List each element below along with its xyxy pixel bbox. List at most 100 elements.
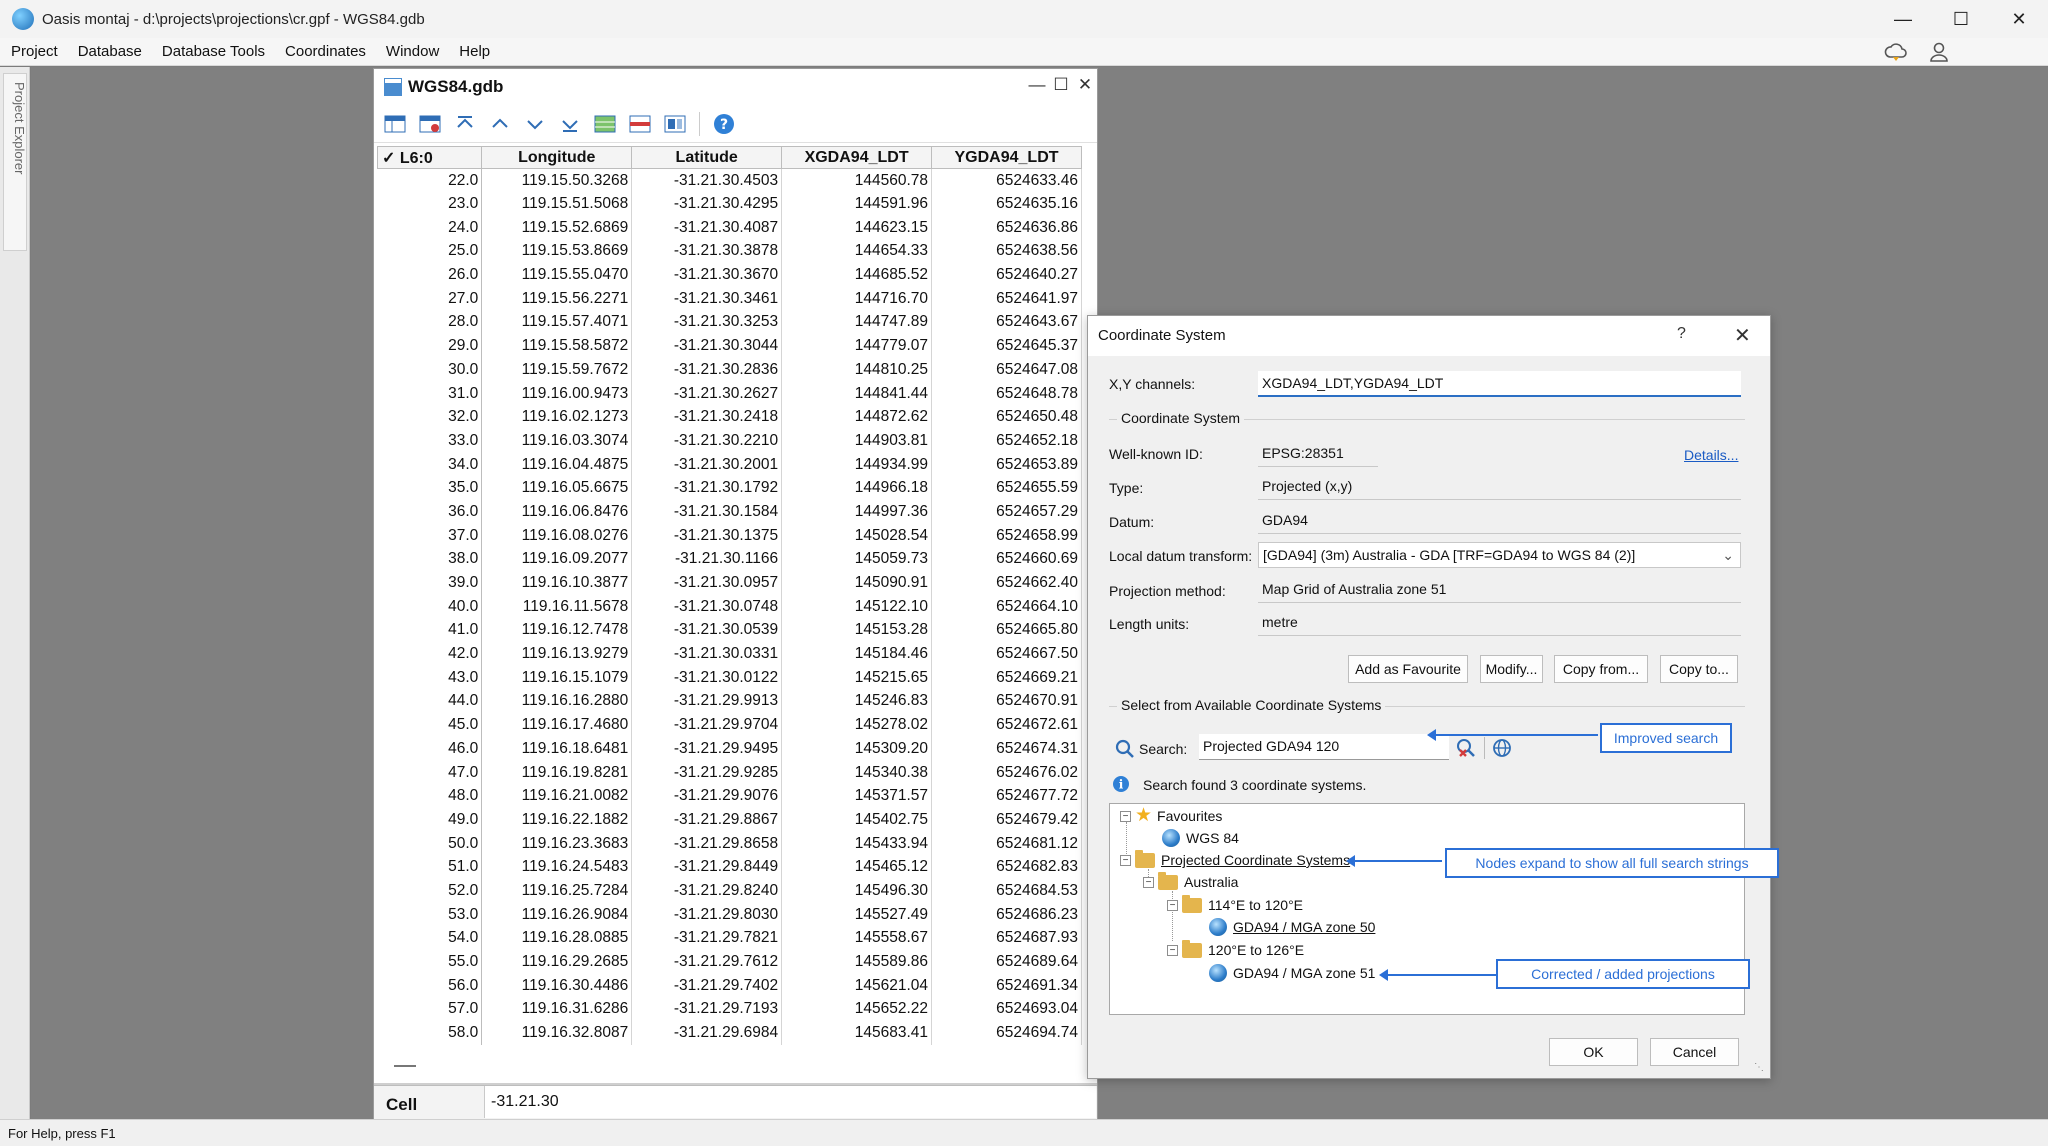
latitude-cell[interactable]: -31.21.29.9495	[631, 737, 783, 761]
row-fid-cell[interactable]: 49.0	[377, 808, 483, 832]
table-row[interactable]: 52.0 119.16.25.7284 -31.21.29.8240 145496.3…	[377, 879, 1082, 903]
y-cell[interactable]: 6524638.56	[931, 239, 1082, 264]
table-row[interactable]: 31.0 119.16.00.9473 -31.21.30.2627 144841.4…	[377, 381, 1082, 406]
add-favourite-button[interactable]: Add as Favourite	[1348, 655, 1468, 683]
y-cell[interactable]: 6524693.04	[931, 997, 1082, 1022]
x-cell[interactable]: 144560.78	[781, 168, 933, 193]
y-cell[interactable]: 6524648.78	[931, 381, 1082, 406]
row-fid-cell[interactable]: 34.0	[377, 452, 483, 477]
table-row[interactable]: 38.0 119.16.09.2077 -31.21.30.1166 145059.7…	[377, 547, 1082, 572]
longitude-cell[interactable]: 119.16.04.4875	[481, 452, 633, 477]
x-cell[interactable]: 145465.12	[781, 855, 933, 880]
row-fid-cell[interactable]: 50.0	[377, 831, 483, 856]
x-cell[interactable]: 145246.83	[781, 689, 933, 714]
latitude-cell[interactable]: -31.21.30.2001	[631, 452, 783, 477]
modify-button[interactable]: Modify...	[1480, 655, 1543, 683]
longitude-cell[interactable]: 119.15.58.5872	[481, 334, 633, 358]
table-row[interactable]: 42.0 119.16.13.9279 -31.21.30.0331 145184.4…	[377, 642, 1082, 666]
tree-node-114-120[interactable]: − 114°E to 120°E	[1167, 894, 1303, 915]
y-cell[interactable]: 6524687.93	[931, 926, 1082, 951]
x-cell[interactable]: 144810.25	[781, 358, 933, 382]
latitude-cell[interactable]: -31.21.29.9285	[631, 760, 783, 785]
tree-node-favourites[interactable]: − ★ Favourites	[1120, 806, 1222, 826]
longitude-cell[interactable]: 119.16.12.7478	[481, 618, 633, 643]
latitude-cell[interactable]: -31.21.29.7402	[631, 973, 783, 998]
table-row[interactable]: 57.0 119.16.31.6286 -31.21.29.7193 145652.2…	[377, 997, 1082, 1022]
row-fid-cell[interactable]: 46.0	[377, 737, 483, 761]
table-row[interactable]: 47.0 119.16.19.8281 -31.21.29.9285 145340.3…	[377, 760, 1082, 785]
table-row[interactable]: 35.0 119.16.05.6675 -31.21.30.1792 144966.1…	[377, 476, 1082, 501]
gdb-close-icon[interactable]: ✕	[1073, 75, 1097, 95]
table-row[interactable]: 37.0 119.16.08.0276 -31.21.30.1375 145028.5…	[377, 523, 1082, 548]
latitude-cell[interactable]: -31.21.30.1792	[631, 476, 783, 501]
details-link[interactable]: Details...	[1684, 447, 1738, 463]
x-cell[interactable]: 145683.41	[781, 1021, 933, 1045]
x-cell[interactable]: 144934.99	[781, 452, 933, 477]
table-row[interactable]: 39.0 119.16.10.3877 -31.21.30.0957 145090.9…	[377, 571, 1082, 595]
latitude-cell[interactable]: -31.21.30.0122	[631, 665, 783, 690]
row-fid-cell[interactable]: 43.0	[377, 665, 483, 690]
x-cell[interactable]: 145153.28	[781, 618, 933, 643]
y-cell[interactable]: 6524647.08	[931, 358, 1082, 382]
x-cell[interactable]: 145184.46	[781, 642, 933, 666]
x-cell[interactable]: 145433.94	[781, 831, 933, 856]
longitude-cell[interactable]: 119.16.25.7284	[481, 879, 633, 903]
row-fid-cell[interactable]: 58.0	[377, 1021, 483, 1045]
row-fid-cell[interactable]: 33.0	[377, 429, 483, 453]
latitude-cell[interactable]: -31.21.29.9704	[631, 713, 783, 737]
tree-node-projected[interactable]: − Projected Coordinate Systems	[1120, 849, 1350, 870]
longitude-cell[interactable]: 119.16.30.4486	[481, 973, 633, 998]
longitude-cell[interactable]: 119.15.50.3268	[481, 168, 633, 193]
row-fid-cell[interactable]: 27.0	[377, 286, 483, 311]
latitude-cell[interactable]: -31.21.30.2627	[631, 381, 783, 406]
longitude-cell[interactable]: 119.16.21.0082	[481, 784, 633, 809]
x-cell[interactable]: 145652.22	[781, 997, 933, 1022]
row-fid-cell[interactable]: 36.0	[377, 500, 483, 524]
table-row[interactable]: 58.0 119.16.32.8087 -31.21.29.6984 145683.4…	[377, 1021, 1082, 1045]
latitude-cell[interactable]: -31.21.29.8867	[631, 808, 783, 832]
longitude-cell[interactable]: 119.16.31.6286	[481, 997, 633, 1022]
ok-button[interactable]: OK	[1549, 1038, 1638, 1066]
longitude-cell[interactable]: 119.16.03.3074	[481, 429, 633, 453]
y-cell[interactable]: 6524669.21	[931, 665, 1082, 690]
tree-node-120-126[interactable]: − 120°E to 126°E	[1167, 939, 1304, 960]
x-cell[interactable]: 145402.75	[781, 808, 933, 832]
y-cell[interactable]: 6524657.29	[931, 500, 1082, 524]
y-cell[interactable]: 6524660.69	[931, 547, 1082, 572]
latitude-cell[interactable]: -31.21.30.1166	[631, 547, 783, 572]
x-cell[interactable]: 145090.91	[781, 571, 933, 595]
x-cell[interactable]: 144903.81	[781, 429, 933, 453]
x-cell[interactable]: 145527.49	[781, 902, 933, 927]
menu-database[interactable]: Database	[68, 43, 152, 60]
copy-from-button[interactable]: Copy from...	[1554, 655, 1648, 683]
tree-node-mga-zone-51[interactable]: GDA94 / MGA zone 51	[1209, 963, 1375, 983]
table-row[interactable]: 43.0 119.16.15.1079 -31.21.30.0122 145215.6…	[377, 665, 1082, 690]
table-row[interactable]: 49.0 119.16.22.1882 -31.21.29.8867 145402.7…	[377, 808, 1082, 832]
column-header-fid[interactable]: ✓ L6:0	[376, 146, 483, 169]
search-input[interactable]: Projected GDA94 120	[1199, 734, 1449, 760]
table-row[interactable]: 48.0 119.16.21.0082 -31.21.29.9076 145371.5…	[377, 784, 1082, 809]
row-fid-cell[interactable]: 35.0	[377, 476, 483, 501]
latitude-cell[interactable]: -31.21.30.1375	[631, 523, 783, 548]
dialog-close-icon[interactable]: ✕	[1734, 323, 1751, 348]
longitude-cell[interactable]: 119.16.08.0276	[481, 523, 633, 548]
cloud-icon[interactable]	[1884, 41, 1908, 63]
longitude-cell[interactable]: 119.16.19.8281	[481, 760, 633, 785]
y-cell[interactable]: 6524682.83	[931, 855, 1082, 880]
table-row[interactable]: 51.0 119.16.24.5483 -31.21.29.8449 145465.1…	[377, 855, 1082, 880]
user-icon[interactable]	[1928, 41, 1950, 63]
latitude-cell[interactable]: -31.21.30.3461	[631, 286, 783, 311]
row-fid-cell[interactable]: 45.0	[377, 713, 483, 737]
longitude-cell[interactable]: 119.15.56.2271	[481, 286, 633, 311]
copy-to-button[interactable]: Copy to...	[1660, 655, 1738, 683]
y-cell[interactable]: 6524677.72	[931, 784, 1082, 809]
y-cell[interactable]: 6524641.97	[931, 286, 1082, 311]
longitude-cell[interactable]: 119.16.13.9279	[481, 642, 633, 666]
latitude-cell[interactable]: -31.21.30.0539	[631, 618, 783, 643]
table-row[interactable]: 50.0 119.16.23.3683 -31.21.29.8658 145433.9…	[377, 831, 1082, 856]
table-row[interactable]: 28.0 119.15.57.4071 -31.21.30.3253 144747.8…	[377, 310, 1082, 335]
table-row[interactable]: 30.0 119.15.59.7672 -31.21.30.2836 144810.2…	[377, 358, 1082, 382]
table-row[interactable]: 34.0 119.16.04.4875 -31.21.30.2001 144934.9…	[377, 452, 1082, 477]
row-fid-cell[interactable]: 40.0	[377, 594, 483, 619]
latitude-cell[interactable]: -31.21.29.7612	[631, 950, 783, 974]
